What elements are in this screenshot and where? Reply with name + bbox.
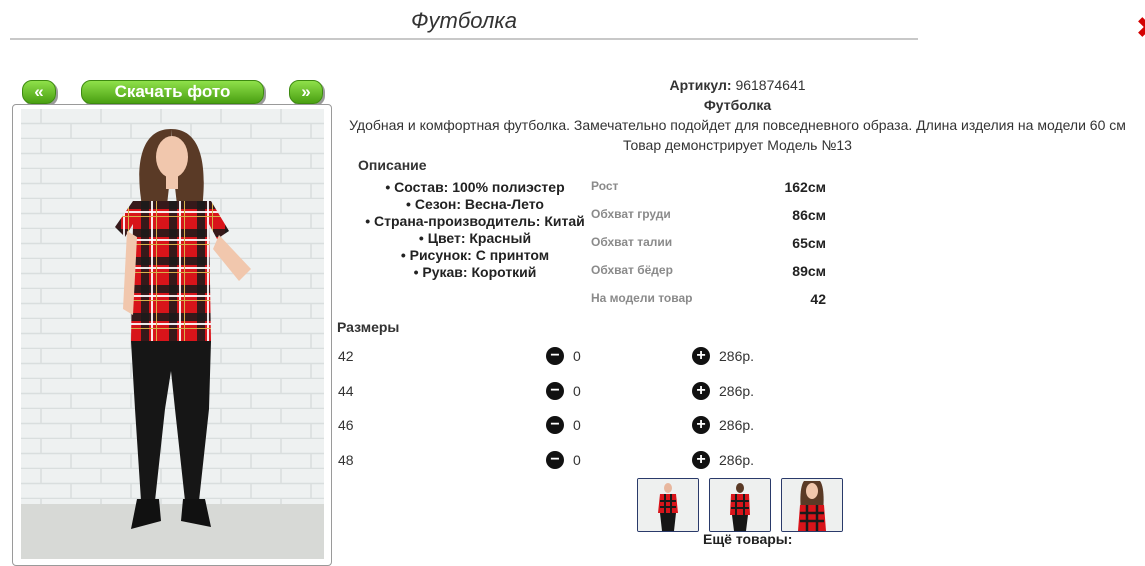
price: 286р. [719, 417, 755, 433]
size-label: 46 [338, 417, 354, 433]
size-label: 42 [338, 348, 354, 364]
size-label: 48 [338, 452, 354, 468]
product-name: Футболка [703, 97, 772, 113]
next-photo-button[interactable]: » [289, 80, 323, 104]
measurement-value: 86см [792, 207, 826, 223]
quantity-value: 0 [573, 417, 581, 433]
size-row: 44 − 0 + 286р. [337, 382, 767, 407]
description-item: Страна-производитель: Китай [355, 213, 595, 230]
thumbnail-front[interactable] [637, 478, 699, 532]
product-photo [21, 109, 324, 559]
minus-icon[interactable]: − [546, 347, 564, 365]
measurement-value: 42 [810, 291, 826, 307]
size-row: 48 − 0 + 286р. [337, 451, 767, 476]
measurement-label: Рост [591, 179, 619, 193]
page-title: Футболка [411, 8, 517, 33]
minus-icon[interactable]: − [546, 382, 564, 400]
size-label: 44 [338, 383, 354, 399]
thumbnail-closeup[interactable] [781, 478, 843, 532]
description-item: Рисунок: С принтом [355, 247, 595, 264]
measurement-row: Обхват талии 65см [591, 235, 831, 263]
measurement-value: 89см [792, 263, 826, 279]
article-value: 961874641 [735, 77, 806, 93]
plus-icon[interactable]: + [692, 451, 710, 469]
description-title: Описание [358, 157, 427, 173]
measurement-label: Обхват груди [591, 207, 671, 221]
measurement-label: Обхват талии [591, 235, 673, 249]
quantity-value: 0 [573, 383, 581, 399]
minus-icon[interactable]: − [546, 416, 564, 434]
description-list: Состав: 100% полиэстер Сезон: Весна-Лето… [355, 179, 595, 281]
measurement-row: На модели товар 42 [591, 291, 831, 319]
minus-icon[interactable]: − [546, 451, 564, 469]
product-info: Артикул: 961874641 Футболка Удобная и ко… [330, 75, 1145, 155]
price: 286р. [719, 348, 755, 364]
measurement-label: На модели товар [591, 291, 693, 305]
prev-photo-button[interactable]: « [22, 80, 56, 104]
description-item: Сезон: Весна-Лето [355, 196, 595, 213]
measurements-table: Рост 162см Обхват груди 86см Обхват тали… [591, 179, 831, 319]
description-item: Цвет: Красный [355, 230, 595, 247]
measurement-value: 65см [792, 235, 826, 251]
measurement-value: 162см [784, 179, 826, 195]
plus-icon[interactable]: + [692, 347, 710, 365]
measurement-row: Обхват бёдер 89см [591, 263, 831, 291]
description-item: Состав: 100% полиэстер [355, 179, 595, 196]
measurement-label: Обхват бёдер [591, 263, 673, 277]
measurement-row: Обхват груди 86см [591, 207, 831, 235]
product-summary: Удобная и комфортная футболка. Замечател… [349, 117, 1126, 133]
model-note: Товар демонстрирует Модель №13 [623, 137, 852, 153]
thumbnail-back[interactable] [709, 478, 771, 532]
plus-icon[interactable]: + [692, 382, 710, 400]
description-item: Рукав: Короткий [355, 264, 595, 281]
size-row: 46 − 0 + 286р. [337, 416, 767, 441]
price: 286р. [719, 383, 755, 399]
plus-icon[interactable]: + [692, 416, 710, 434]
more-products-label: Ещё товары: [703, 531, 793, 547]
size-row: 42 − 0 + 286р. [337, 347, 767, 372]
download-photo-button[interactable]: Скачать фото [81, 80, 264, 104]
quantity-value: 0 [573, 452, 581, 468]
measurement-row: Рост 162см [591, 179, 831, 207]
article-label: Артикул: [669, 77, 732, 93]
sizes-title: Размеры [337, 319, 400, 335]
close-icon[interactable] [1135, 12, 1145, 42]
photo-frame [12, 104, 332, 566]
article-line: Артикул: 961874641 [330, 75, 1145, 95]
title-divider [10, 38, 918, 40]
price: 286р. [719, 452, 755, 468]
quantity-value: 0 [573, 348, 581, 364]
